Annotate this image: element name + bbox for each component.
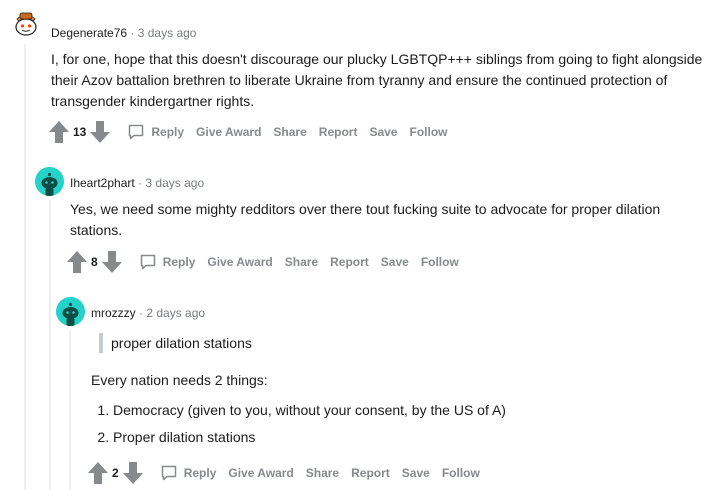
upvote-button[interactable] (48, 120, 70, 144)
numbered-list: Democracy (given to you, without your co… (91, 400, 707, 454)
timestamp[interactable]: 2 days ago (146, 306, 205, 320)
comment-actions: 13 Reply Give Award Share Report Save Fo… (48, 120, 447, 144)
give-award-button[interactable]: Give Award (228, 466, 293, 480)
separator: · (138, 176, 143, 190)
downvote-button[interactable] (89, 120, 111, 144)
separator: · (139, 306, 144, 320)
snoo-icon (56, 297, 85, 326)
share-button[interactable]: Share (285, 255, 318, 269)
comment-body: Yes, we need some mighty redditors over … (70, 201, 661, 238)
follow-button[interactable]: Follow (442, 466, 480, 480)
reply-button[interactable]: Reply (160, 464, 217, 482)
share-button[interactable]: Share (306, 466, 339, 480)
username[interactable]: Degenerate76 (51, 26, 127, 40)
avatar[interactable] (56, 297, 85, 326)
comment-body: Every nation needs 2 things: (91, 372, 268, 388)
arrow-down-icon (122, 462, 143, 484)
timestamp[interactable]: 3 days ago (145, 176, 204, 190)
timestamp[interactable]: 3 days ago (138, 26, 197, 40)
avatar[interactable] (35, 167, 64, 196)
arrow-down-icon (101, 251, 122, 273)
upvote-button[interactable] (66, 250, 88, 274)
avatar[interactable] (11, 9, 41, 39)
arrow-up-icon (49, 121, 69, 143)
follow-button[interactable]: Follow (421, 255, 459, 269)
speech-bubble-icon (140, 254, 155, 270)
report-button[interactable]: Report (351, 466, 390, 480)
thread-line[interactable] (49, 200, 51, 490)
comment-meta: Iheart2phart · 3 days ago (70, 175, 204, 191)
username[interactable]: mrozzzy (91, 306, 136, 320)
snoo-icon (11, 9, 41, 39)
give-award-button[interactable]: Give Award (207, 255, 272, 269)
share-button[interactable]: Share (273, 125, 306, 139)
follow-button[interactable]: Follow (409, 125, 447, 139)
list-item: Democracy (given to you, without your co… (113, 400, 707, 420)
upvote-button[interactable] (87, 461, 109, 485)
speech-bubble-icon (129, 124, 144, 140)
arrow-up-icon (88, 462, 108, 484)
list-item: Proper dilation stations (113, 427, 707, 447)
vote-score: 8 (91, 255, 98, 269)
blockquote: proper dilation stations (99, 333, 252, 353)
separator: · (130, 26, 135, 40)
comment-actions: 2 Reply Give Award Share Report Save Fol… (87, 461, 480, 485)
username[interactable]: Iheart2phart (70, 176, 135, 190)
save-button[interactable]: Save (402, 466, 430, 480)
report-button[interactable]: Report (319, 125, 358, 139)
downvote-button[interactable] (101, 250, 123, 274)
comment-meta: mrozzzy · 2 days ago (91, 305, 205, 321)
comment-body: I, for one, hope that this doesn't disco… (51, 51, 703, 109)
give-award-button[interactable]: Give Award (196, 125, 261, 139)
vote-score: 2 (112, 466, 119, 480)
speech-bubble-icon (161, 465, 176, 481)
arrow-up-icon (67, 251, 87, 273)
downvote-button[interactable] (122, 461, 144, 485)
reply-label: Reply (151, 125, 185, 139)
comment-meta: Degenerate76 · 3 days ago (51, 25, 196, 41)
reply-label: Reply (162, 255, 196, 269)
arrow-down-icon (90, 121, 111, 143)
thread-line[interactable] (24, 44, 26, 490)
save-button[interactable]: Save (369, 125, 397, 139)
reply-label: Reply (183, 466, 217, 480)
report-button[interactable]: Report (330, 255, 369, 269)
reply-button[interactable]: Reply (139, 253, 196, 271)
thread-line[interactable] (69, 330, 71, 490)
save-button[interactable]: Save (381, 255, 409, 269)
comment-actions: 8 Reply Give Award Share Report Save Fol… (66, 250, 459, 274)
vote-score: 13 (73, 125, 87, 139)
snoo-icon (35, 167, 64, 196)
reply-button[interactable]: Reply (127, 123, 184, 141)
